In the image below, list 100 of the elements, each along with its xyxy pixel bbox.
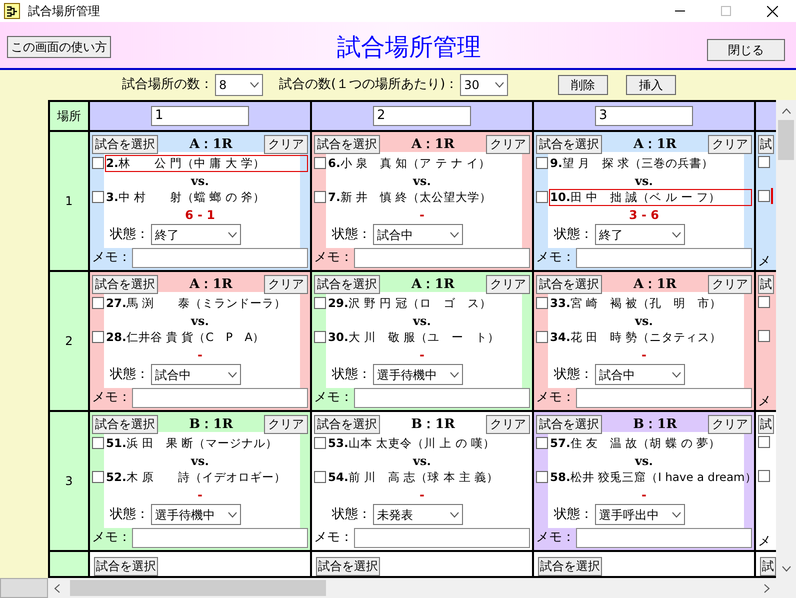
score: - <box>420 347 424 363</box>
scroll-thumb[interactable] <box>778 120 794 160</box>
chevron-icon <box>450 372 459 378</box>
checkbox[interactable] <box>536 471 548 483</box>
memo-field[interactable] <box>354 388 530 408</box>
checkbox[interactable] <box>314 297 326 309</box>
vertical-scrollbar[interactable] <box>776 100 796 578</box>
help-button[interactable]: この画面の使い方 <box>7 36 111 58</box>
select-match-button[interactable]: 試合を選択 <box>316 557 380 576</box>
status-select[interactable]: 試合中 <box>595 364 685 385</box>
clear-button[interactable]: クリア <box>264 135 308 154</box>
venue-count-select[interactable]: 8 <box>215 74 263 96</box>
round-label: A：1R <box>412 136 454 154</box>
select-match-button[interactable]: 試合を選択 <box>536 275 602 294</box>
delete-button[interactable]: 削除 <box>558 75 608 95</box>
checkbox[interactable] <box>314 471 326 483</box>
corner-label: 場所 <box>50 102 88 130</box>
clear-button[interactable]: クリア <box>486 135 530 154</box>
select-match-button[interactable]: 試合を選択 <box>92 135 158 154</box>
memo-field[interactable] <box>132 528 308 548</box>
clear-button[interactable]: クリア <box>486 275 530 294</box>
clear-button[interactable]: クリア <box>708 275 752 294</box>
select-match-button[interactable]: 試 <box>758 275 774 294</box>
status-select[interactable]: 試合中 <box>151 364 241 385</box>
memo-field[interactable] <box>576 388 752 408</box>
checkbox[interactable] <box>758 470 770 482</box>
vs-label: vs. <box>635 453 653 468</box>
row-label: 3 <box>50 412 88 550</box>
clear-button[interactable]: クリア <box>486 415 530 434</box>
scroll-left-icon[interactable] <box>54 584 60 592</box>
chevron-icon <box>450 512 459 518</box>
scroll-thumb[interactable] <box>70 580 326 596</box>
checkbox[interactable] <box>92 157 104 169</box>
memo-field[interactable] <box>132 388 308 408</box>
venue-name-field[interactable]: 1 <box>151 106 249 126</box>
vs-label: vs. <box>413 173 431 188</box>
close-icon[interactable] <box>767 6 778 16</box>
player-entry: 10.田 中 拙 誠（ベ ル ー フ） <box>549 188 752 206</box>
status-select[interactable]: 未発表 <box>373 504 463 525</box>
select-match-button[interactable]: 試 <box>758 415 774 434</box>
clear-button[interactable]: クリア <box>708 415 752 434</box>
memo-field[interactable] <box>576 528 752 548</box>
status-select[interactable]: 選手待機中 <box>373 364 463 385</box>
status-select[interactable]: 選手待機中 <box>151 504 241 525</box>
checkbox[interactable] <box>314 157 326 169</box>
select-match-button[interactable]: 試合を選択 <box>92 275 158 294</box>
checkbox[interactable] <box>314 331 326 343</box>
memo-field[interactable] <box>132 248 308 268</box>
status-select[interactable]: 選手呼出中 <box>595 504 685 525</box>
score: 6 - 1 <box>184 207 216 223</box>
checkbox[interactable] <box>758 190 770 202</box>
player-entry: 57.住 友 温 故（胡 蝶 の 夢） <box>549 434 722 452</box>
horizontal-scrollbar[interactable] <box>0 578 796 598</box>
venue-name-field[interactable]: 2 <box>373 106 471 126</box>
select-match-button[interactable]: 試合を選択 <box>92 415 158 434</box>
select-match-button[interactable]: 試合を選択 <box>538 557 602 576</box>
match-count-select[interactable]: 30 <box>460 74 508 96</box>
checkbox[interactable] <box>536 437 548 449</box>
scroll-right-icon[interactable] <box>764 584 770 592</box>
checkbox[interactable] <box>536 331 548 343</box>
checkbox[interactable] <box>758 330 770 342</box>
status-select[interactable]: 終了 <box>151 224 241 245</box>
checkbox[interactable] <box>314 437 326 449</box>
select-match-button[interactable]: 試 <box>760 557 776 576</box>
checkbox[interactable] <box>92 437 104 449</box>
select-match-button[interactable]: 試合を選択 <box>314 275 380 294</box>
status-select[interactable]: 試合中 <box>373 224 463 245</box>
checkbox[interactable] <box>92 191 104 203</box>
status-select[interactable]: 終了 <box>595 224 685 245</box>
checkbox[interactable] <box>536 297 548 309</box>
checkbox[interactable] <box>758 436 770 448</box>
player-entry: 29.沢 野 円 冠（ロ ゴ ス） <box>327 294 492 312</box>
memo-field[interactable] <box>354 528 530 548</box>
chevron-icon <box>672 372 681 378</box>
select-match-button[interactable]: 試 <box>758 135 774 154</box>
clear-button[interactable]: クリア <box>264 275 308 294</box>
memo-field[interactable] <box>354 248 530 268</box>
select-match-button[interactable]: 試合を選択 <box>314 135 380 154</box>
clear-button[interactable]: クリア <box>708 135 752 154</box>
select-match-button[interactable]: 試合を選択 <box>314 415 380 434</box>
checkbox[interactable] <box>314 191 326 203</box>
insert-button[interactable]: 挿入 <box>626 75 676 95</box>
venue-name-field[interactable]: 3 <box>595 106 693 126</box>
close-button[interactable]: 閉じる <box>707 39 785 61</box>
checkbox[interactable] <box>92 471 104 483</box>
checkbox[interactable] <box>92 297 104 309</box>
round-label: B：1R <box>189 416 233 434</box>
checkbox[interactable] <box>92 331 104 343</box>
checkbox[interactable] <box>536 191 548 203</box>
select-match-button[interactable]: 試合を選択 <box>94 557 158 576</box>
memo-field[interactable] <box>576 248 752 268</box>
select-match-button[interactable]: 試合を選択 <box>536 135 602 154</box>
checkbox[interactable] <box>758 296 770 308</box>
checkbox[interactable] <box>758 156 770 168</box>
scroll-up-icon[interactable] <box>782 108 790 114</box>
select-match-button[interactable]: 試合を選択 <box>536 415 602 434</box>
memo-label: メモ： <box>92 248 131 267</box>
scroll-down-icon[interactable] <box>782 566 790 572</box>
checkbox[interactable] <box>536 157 548 169</box>
clear-button[interactable]: クリア <box>264 415 308 434</box>
